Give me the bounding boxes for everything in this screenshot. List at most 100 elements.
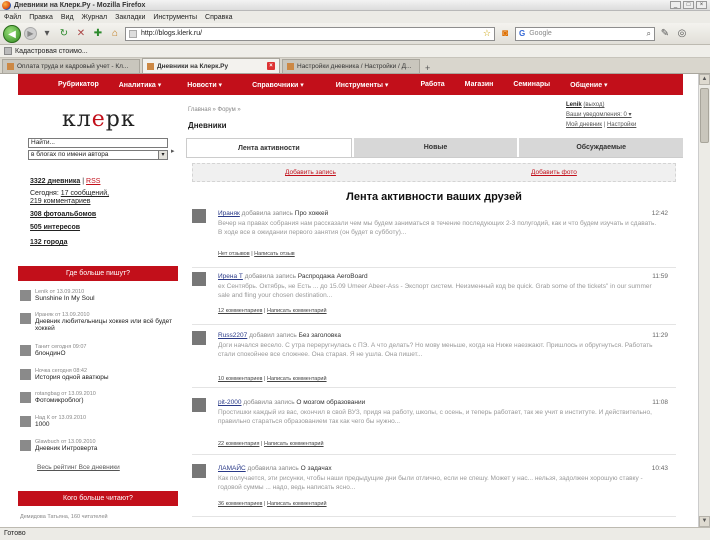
menu-view[interactable]: Вид [61, 14, 74, 21]
item-name[interactable]: 1000 [35, 421, 86, 428]
tab-discussed[interactable]: Обсуждаемые [519, 138, 684, 157]
item-name[interactable]: Sunshine In My Soul [35, 295, 95, 302]
avatar[interactable] [192, 398, 206, 412]
new-tab-button[interactable]: + [422, 63, 433, 73]
dropdown-history-icon[interactable]: ▾ [40, 27, 54, 41]
bookmark-item[interactable]: Кадастровая стоимо... [15, 48, 88, 55]
bookmark-star-icon[interactable]: ☆ [483, 28, 491, 39]
url-bar[interactable]: http://blogs.klerk.ru/ ☆ [125, 26, 495, 41]
back-button[interactable]: ◀ [3, 24, 21, 43]
settings-link[interactable]: Настройки [607, 122, 636, 128]
comments-link[interactable]: 22 комментария [218, 441, 259, 447]
list-item[interactable]: Ночка сегодня 08:42 История одной аватюры [20, 368, 178, 381]
search-scope-select[interactable]: в блогах по имени автора ▾ [28, 150, 168, 160]
menu-help[interactable]: Справка [205, 14, 232, 21]
username-link[interactable]: Lenik [566, 102, 582, 108]
rss-feed-icon[interactable]: ◙ [498, 27, 512, 41]
entry-author-link[interactable]: ЛАМАЙС [218, 465, 246, 472]
cities-link[interactable]: 132 города [30, 239, 68, 246]
entry-title-link[interactable]: Распродажа AeroBoard [298, 273, 368, 280]
entry-title-link[interactable]: О мозгом образовании [296, 399, 365, 406]
nav-analytics[interactable]: Аналитика ▾ [109, 81, 172, 89]
page-scrollbar[interactable]: ▲ ▼ [698, 74, 710, 527]
forward-button[interactable]: ▶ [24, 27, 37, 40]
entry-title-link[interactable]: Про хоккей [295, 210, 329, 217]
my-diary-link[interactable]: Мой дневник [566, 122, 602, 128]
breadcrumb[interactable]: Главная » Форум » [188, 107, 241, 113]
nav-community[interactable]: Общение ▾ [560, 81, 617, 89]
nav-news[interactable]: Новости ▾ [177, 81, 232, 89]
item-name[interactable]: Фотомикроблог) [35, 397, 96, 404]
reload-icon[interactable]: ↻ [57, 27, 71, 41]
menu-file[interactable]: Файл [4, 14, 21, 21]
comments-link[interactable]: 10 комментариев [218, 376, 262, 382]
avatar[interactable] [192, 464, 206, 478]
tab-new[interactable]: Новые [353, 138, 518, 157]
stop-icon[interactable]: ✕ [74, 27, 88, 41]
nav-rubricator[interactable]: Рубрикатор [48, 81, 109, 88]
list-item[interactable]: Glawbuch от 13.09.2010 Дневник Интроверта [20, 439, 178, 452]
maximize-button[interactable]: □ [683, 1, 694, 9]
scroll-thumb[interactable] [700, 88, 709, 143]
rss-link[interactable]: RSS [86, 178, 100, 185]
home-icon[interactable]: ⌂ [108, 27, 122, 41]
nav-tools[interactable]: Инструменты ▾ [326, 81, 399, 89]
albums-link[interactable]: 308 фотоальбомов [30, 211, 96, 218]
add-bookmark-icon[interactable]: ✚ [91, 27, 105, 41]
nav-jobs[interactable]: Работа [410, 81, 454, 88]
search-go-button[interactable]: ▸ [171, 147, 175, 155]
rating-links[interactable]: Весь рейтинг Все дневники [37, 464, 120, 471]
addon-icon[interactable]: ✎ [658, 27, 672, 41]
tab-diaries[interactable]: Дневники на Клерк.Ру × [142, 58, 280, 73]
entry-author-link[interactable]: pit-2000 [218, 399, 242, 406]
klerk-logo[interactable]: клерк [62, 107, 136, 132]
close-window-button[interactable]: × [696, 1, 707, 9]
avatar[interactable] [192, 272, 206, 286]
list-item[interactable]: Танит сегодня 09:07 блондинО [20, 344, 178, 357]
comments-link[interactable]: 12 комментариев [218, 308, 262, 314]
entry-author-link[interactable]: Ирена Т [218, 273, 243, 280]
nav-shop[interactable]: Магазин [455, 81, 504, 88]
nav-reference[interactable]: Справочники ▾ [242, 81, 314, 89]
list-item[interactable]: rotangbag от 13.09.2010 Фотомикроблог) [20, 391, 178, 404]
diaries-count-link[interactable]: 3322 дневника [30, 178, 80, 185]
scroll-down-icon[interactable]: ▼ [699, 516, 710, 527]
add-post-link[interactable]: Добавить запись [285, 169, 336, 176]
entry-title-link[interactable]: О задачах [301, 465, 332, 472]
item-name[interactable]: блондинО [35, 350, 86, 357]
scroll-up-icon[interactable]: ▲ [699, 74, 710, 85]
item-name[interactable]: История одной аватюры [35, 374, 109, 381]
close-tab-icon[interactable]: × [267, 62, 275, 70]
menu-edit[interactable]: Правка [29, 14, 53, 21]
item-name[interactable]: Дневник любительницы хоккея или всё буде… [35, 318, 178, 332]
menu-bookmarks[interactable]: Закладки [115, 14, 145, 21]
today-comments-link[interactable]: 219 комментариев [30, 198, 90, 205]
entry-title-link[interactable]: Без заголовка [299, 332, 341, 339]
blog-search-input[interactable]: Найти... [28, 138, 168, 148]
notifications-link[interactable]: Ваши уведомления: 0 ▾ [566, 110, 636, 120]
comments-link[interactable]: Нет отзывов [218, 251, 250, 257]
write-comment-link[interactable]: Написать комментарий [267, 376, 327, 382]
write-comment-link[interactable]: Написать комментарий [267, 308, 327, 314]
google-icon[interactable]: G [519, 29, 525, 38]
write-comment-link[interactable]: Написать комментарий [264, 441, 324, 447]
avatar[interactable] [192, 209, 206, 223]
logout-link[interactable]: (выход) [583, 102, 604, 108]
search-bar[interactable]: G Google ⌕ [515, 26, 655, 41]
list-item[interactable]: Над К от 13.09.2010 1000 [20, 415, 178, 428]
tab-activity-feed[interactable]: Лента активности [186, 138, 352, 157]
nav-seminars[interactable]: Семинары [503, 81, 560, 88]
comments-link[interactable]: 36 комментариев [218, 501, 262, 507]
today-posts-link[interactable]: 17 сообщений, [61, 190, 109, 197]
menu-tools[interactable]: Инструменты [153, 14, 197, 21]
list-item[interactable]: Lenik от 13.09.2010 Sunshine In My Soul [20, 289, 178, 302]
add-photo-link[interactable]: Добавить фото [531, 169, 577, 176]
chevron-down-icon[interactable]: ▾ [158, 151, 167, 159]
minimize-button[interactable]: _ [670, 1, 681, 9]
search-icon[interactable]: ⌕ [647, 29, 651, 39]
entry-author-link[interactable]: Ираняк [218, 210, 240, 217]
list-item[interactable]: Демидова Татьяна, 160 читателей [20, 514, 178, 520]
addon2-icon[interactable]: ◎ [675, 27, 689, 41]
entry-author-link[interactable]: Russ2207 [218, 332, 247, 339]
write-comment-link[interactable]: Написать отзыв [254, 251, 295, 257]
